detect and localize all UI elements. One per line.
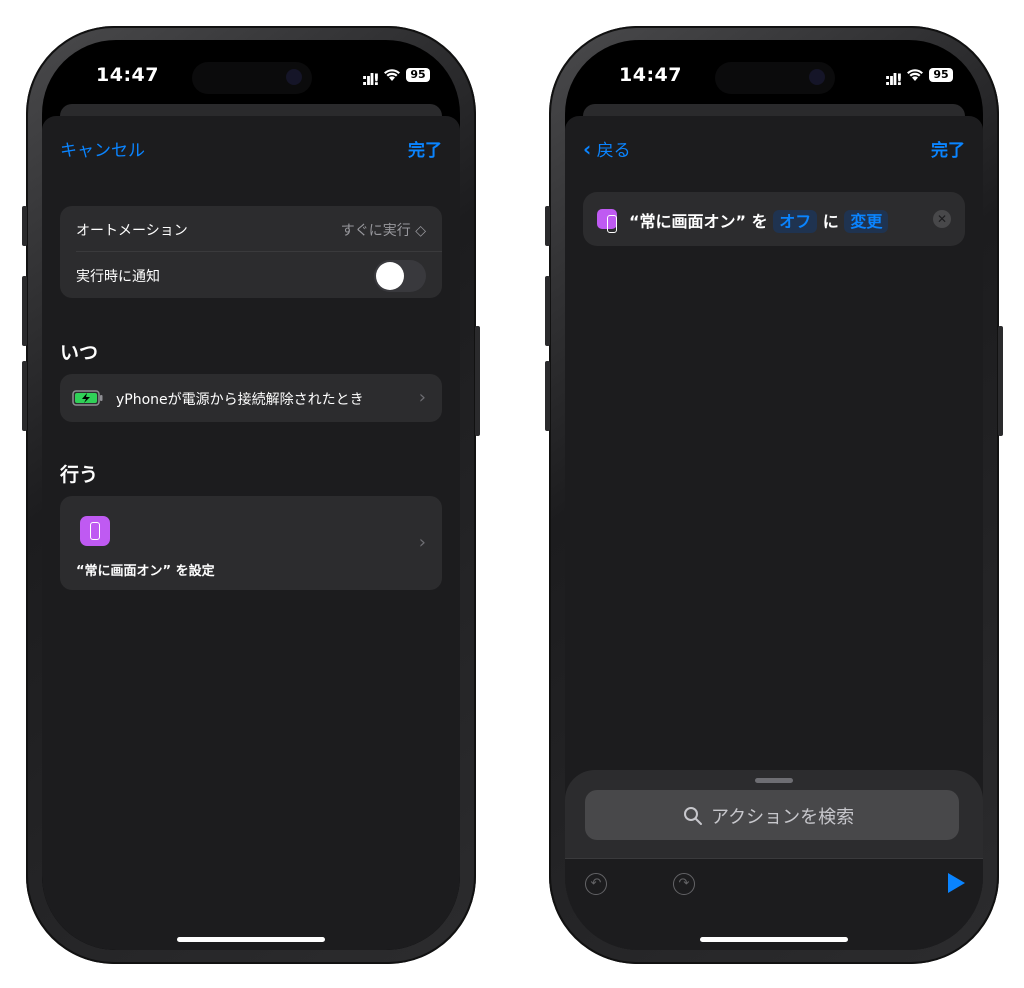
side-button [545, 206, 550, 246]
action-card: “常に画面オン” を オフ に 変更 ✕ [583, 192, 965, 246]
phone-right: 14:47 :ıl! 95 ‹ 戻る 完了 “常に画面オン” を オフ に 変更 [545, 26, 1003, 964]
screen: 14:47 :ıl! 95 ‹ 戻る 完了 “常に画面オン” を オフ に 変更 [565, 40, 983, 950]
back-button[interactable]: ‹ 戻る [583, 136, 631, 161]
wifi-icon [384, 69, 400, 81]
notify-label: 実行時に通知 [76, 269, 160, 285]
when-heading: いつ [60, 342, 99, 364]
done-button[interactable]: 完了 [408, 136, 442, 161]
notify-toggle[interactable] [374, 260, 426, 292]
chevron-right-icon: › [418, 532, 426, 553]
trigger-row[interactable]: yPhoneが電源から接続解除されたとき › [60, 374, 442, 422]
volume-up-button [22, 276, 27, 346]
notify-row: 実行時に通知 [60, 252, 442, 298]
undo-icon[interactable]: ↶ [585, 873, 607, 895]
dynamic-island [715, 62, 835, 94]
wifi-icon [907, 69, 923, 81]
action-prefix: “常に画面オン” を [629, 212, 768, 231]
dynamic-island [192, 62, 312, 94]
automation-row[interactable]: オートメーション すぐに実行 ◇ [60, 206, 442, 252]
search-input[interactable]: アクションを検索 [585, 790, 959, 840]
toggle-knob [376, 262, 404, 290]
volume-down-button [22, 361, 27, 431]
status-time: 14:47 [96, 64, 159, 86]
search-placeholder: アクションを検索 [711, 807, 855, 828]
done-button[interactable]: 完了 [931, 136, 965, 161]
redo-icon[interactable]: ↷ [673, 873, 695, 895]
automation-label: オートメーション [76, 223, 188, 239]
sheet-grabber[interactable] [755, 778, 793, 783]
display-icon [80, 516, 110, 546]
settings-group: オートメーション すぐに実行 ◇ 実行時に通知 [60, 206, 442, 298]
automation-sheet: キャンセル 完了 オートメーション すぐに実行 ◇ 実行時に通知 いつ yPho… [42, 116, 460, 950]
value-pill[interactable]: オフ [773, 210, 818, 233]
volume-down-button [545, 361, 550, 431]
action-text: “常に画面オン” を設定 [76, 564, 215, 579]
battery-indicator: 95 [406, 68, 430, 82]
side-button [22, 206, 27, 246]
cancel-button[interactable]: キャンセル [60, 136, 145, 161]
display-icon [597, 209, 617, 233]
action-row[interactable]: “常に画面オン” を設定 › [60, 496, 442, 590]
battery-indicator: 95 [929, 68, 953, 82]
play-icon[interactable] [948, 873, 965, 893]
volume-up-button [545, 276, 550, 346]
status-bar: 14:47 :ıl! 95 [565, 40, 983, 98]
battery-charging-icon [72, 390, 103, 406]
camera [809, 69, 825, 85]
status-bar: 14:47 :ıl! 95 [42, 40, 460, 98]
automation-value[interactable]: すぐに実行 ◇ [341, 220, 426, 240]
search-icon [684, 807, 702, 825]
back-label: 戻る [596, 141, 631, 161]
phone-left: 14:47 :ıl! 95 キャンセル 完了 オートメーション すぐに実行 ◇ … [22, 26, 480, 964]
camera [286, 69, 302, 85]
power-button [475, 326, 480, 436]
verb-pill[interactable]: 変更 [844, 210, 889, 233]
chevron-right-icon: › [418, 387, 426, 408]
do-heading: 行う [60, 464, 99, 486]
home-indicator [700, 937, 848, 942]
trigger-text: yPhoneが電源から接続解除されたとき [116, 392, 364, 408]
action-mid: に [822, 212, 839, 231]
chevron-left-icon: ‹ [583, 137, 592, 161]
status-time: 14:47 [619, 64, 682, 86]
signal-icon: :ıl! [361, 70, 380, 89]
signal-icon: :ıl! [884, 70, 903, 89]
screen: 14:47 :ıl! 95 キャンセル 完了 オートメーション すぐに実行 ◇ … [42, 40, 460, 950]
power-button [998, 326, 1003, 436]
close-icon[interactable]: ✕ [933, 210, 951, 228]
home-indicator [177, 937, 325, 942]
search-sheet: アクションを検索 ↶ ↷ [565, 770, 983, 950]
